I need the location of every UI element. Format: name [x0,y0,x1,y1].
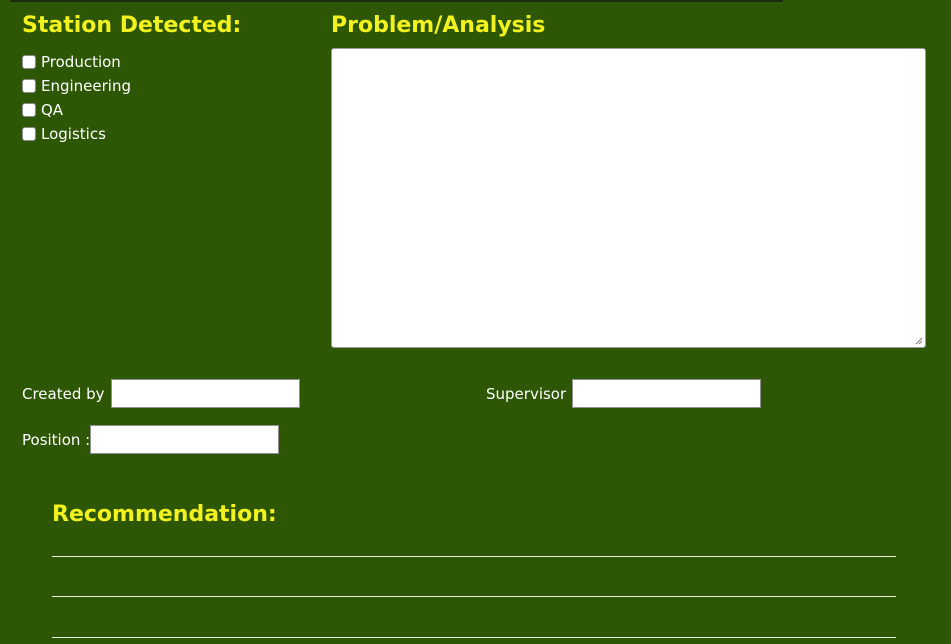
problem-analysis-textarea[interactable] [331,48,926,348]
created-by-label: Created by : [22,385,115,403]
qa-label: QA [41,101,64,119]
resize-grip-icon[interactable] [915,337,923,345]
recommendation-line [52,596,896,597]
station-option-qa[interactable]: QA [22,98,131,122]
production-label: Production [41,53,121,71]
station-checkbox-list: Production Engineering QA Logistics [22,50,131,146]
recommendation-heading: Recommendation: [52,502,277,527]
recommendation-line [52,637,896,638]
position-label: Position : [22,431,91,449]
problem-analysis-heading: Problem/Analysis [331,13,546,38]
station-option-logistics[interactable]: Logistics [22,122,131,146]
engineering-label: Engineering [41,77,131,95]
top-divider [10,0,783,2]
production-checkbox[interactable] [22,55,36,69]
logistics-checkbox[interactable] [22,127,36,141]
station-option-production[interactable]: Production [22,50,131,74]
station-detected-heading: Station Detected: [22,13,242,38]
position-input[interactable] [90,425,279,454]
supervisor-input[interactable] [572,379,761,408]
station-option-engineering[interactable]: Engineering [22,74,131,98]
qa-checkbox[interactable] [22,103,36,117]
logistics-label: Logistics [41,125,106,143]
recommendation-line [52,556,896,557]
supervisor-label: Supervisor : [486,385,576,403]
created-by-input[interactable] [111,379,300,408]
engineering-checkbox[interactable] [22,79,36,93]
